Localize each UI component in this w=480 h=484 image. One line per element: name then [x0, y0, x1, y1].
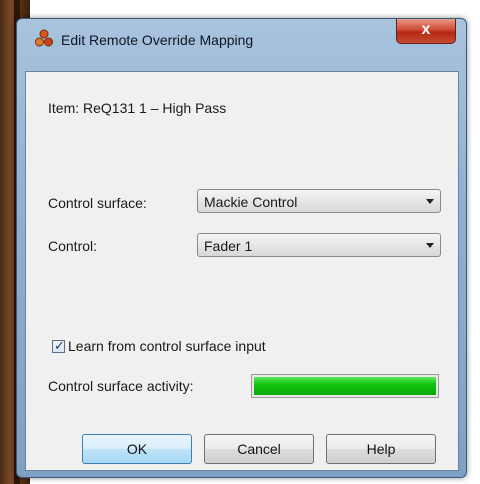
control-dropdown[interactable]: Fader 1: [197, 233, 441, 257]
control-surface-label: Control surface:: [48, 195, 147, 211]
control-value: Fader 1: [204, 238, 253, 254]
activity-meter: [251, 374, 439, 398]
ok-button[interactable]: OK: [82, 434, 192, 464]
close-button[interactable]: x: [396, 19, 456, 44]
control-label: Control:: [48, 238, 98, 254]
item-label: Item: ReQ131 1 – High Pass: [48, 100, 227, 116]
control-surface-dropdown[interactable]: Mackie Control: [197, 189, 441, 213]
checkmark-icon: ✓: [54, 338, 65, 353]
close-icon: x: [421, 21, 431, 38]
dialog-window: Edit Remote Override Mapping x Item: ReQ…: [16, 18, 467, 478]
activity-meter-fill: [254, 377, 436, 395]
help-button[interactable]: Help: [326, 434, 436, 464]
chevron-down-icon: [426, 243, 434, 248]
activity-label: Control surface activity:: [48, 378, 194, 394]
control-surface-value: Mackie Control: [204, 194, 298, 210]
dialog-client-area: Item: ReQ131 1 – High Pass Control surfa…: [25, 71, 459, 471]
title-bar[interactable]: Edit Remote Override Mapping x: [17, 19, 466, 51]
window-title: Edit Remote Override Mapping: [61, 32, 254, 48]
chevron-down-icon: [426, 199, 434, 204]
reason-app-icon: [35, 29, 53, 47]
learn-checkbox-label[interactable]: Learn from control surface input: [68, 338, 266, 354]
cancel-button[interactable]: Cancel: [204, 434, 314, 464]
learn-checkbox[interactable]: ✓: [52, 338, 65, 353]
